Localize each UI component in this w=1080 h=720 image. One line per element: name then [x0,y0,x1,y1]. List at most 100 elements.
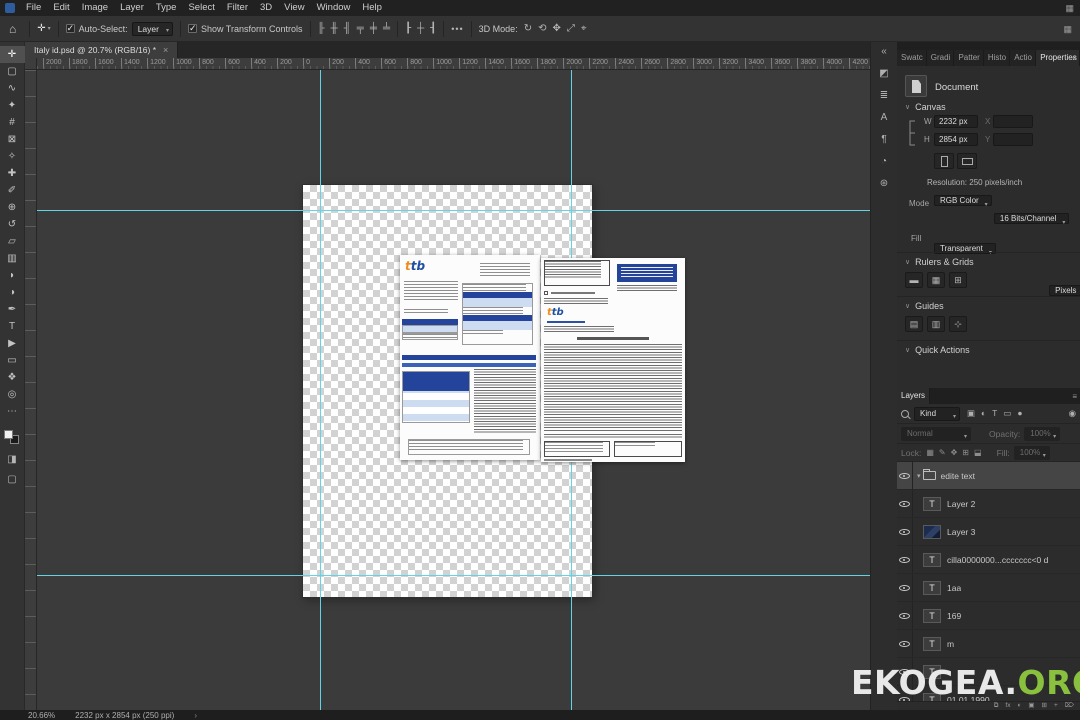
y-field[interactable] [993,133,1033,146]
lock-artboard-icon[interactable]: ⊞ [961,448,970,457]
distribute-center-icon[interactable]: ┼ [417,21,424,37]
brushes-panel-icon[interactable]: ⊛ [880,178,888,190]
visibility-toggle[interactable] [897,462,913,489]
status-chevron-icon[interactable]: › [194,711,197,720]
menu-item[interactable]: Help [356,0,388,16]
clone-source-panel-icon[interactable]: ◔ [881,156,887,168]
align-right-edges-icon[interactable]: ╢ [344,21,351,37]
blur-tool[interactable]: ◗ [0,267,25,284]
group-disclosure-icon[interactable]: ▾ [917,472,921,480]
menu-item[interactable]: 3D [254,0,278,16]
x-field[interactable] [993,115,1033,128]
layer-row[interactable]: ▾ T cilla0000000...ccccccc<0 d [897,546,1080,574]
ruler-origin-corner[interactable] [25,58,37,70]
document-preview-page-2[interactable]: ttb [541,258,685,462]
healing-brush-tool[interactable]: ✚ [0,165,25,182]
layer-row[interactable]: ▾ T Layer 2 [897,490,1080,518]
eraser-tool[interactable]: ▱ [0,233,25,250]
zoom-level[interactable]: 20.66% [28,711,55,720]
blend-mode-select[interactable]: Normal [901,426,971,441]
menu-item[interactable]: File [20,0,47,16]
menu-item[interactable]: Type [150,0,183,16]
bit-depth-select[interactable]: 16 Bits/Channel [993,213,1070,224]
panel-menu-icon[interactable]: ≡ [1072,54,1077,63]
layer-effects-icon[interactable]: fx [1005,702,1010,710]
foreground-color-swatch[interactable] [4,430,13,439]
lasso-tool[interactable]: ∿ [0,80,25,97]
opacity-select[interactable]: 100% [1024,426,1061,441]
filter-adjustment-layers-icon[interactable]: ◐ [979,408,988,419]
dodge-tool[interactable]: ◑ [0,284,25,301]
3d-rotate-icon[interactable]: ↻ [524,21,532,37]
hand-tool[interactable]: ❖ [0,369,25,386]
home-icon[interactable]: ⌂ [9,22,16,36]
menu-item[interactable]: View [278,0,310,16]
layer-row[interactable]: ▾ T 1aa [897,574,1080,602]
lock-transparency-icon[interactable]: ▦ [925,448,935,457]
filter-search-icon[interactable] [901,409,909,418]
filter-toggle-icon[interactable]: ◉ [1069,408,1076,419]
lock-all-icon[interactable]: ⬓ [973,448,983,457]
fill-select[interactable]: 100% [1013,445,1050,460]
more-options-icon[interactable]: ••• [451,24,463,34]
foreground-background-colors[interactable] [4,430,20,445]
align-horizontal-centers-icon[interactable]: ╫ [331,21,338,37]
distribute-horizontal-icon[interactable]: ┠ [405,21,411,37]
ruler-units-select[interactable]: Pixels [1049,285,1080,296]
auto-select-target-select[interactable]: Layer [131,21,173,37]
align-left-edges-icon[interactable]: ╟ [318,21,325,37]
brush-tool[interactable]: ✐ [0,182,25,199]
menu-item[interactable]: Filter [221,0,254,16]
eyedropper-tool[interactable]: ✧ [0,148,25,165]
document-preview-page-1[interactable]: ttb [400,255,540,460]
lock-guides-icon[interactable]: ▥ [927,316,945,332]
link-layers-icon[interactable]: ⧉ [994,702,999,710]
menu-item[interactable]: Edit [47,0,75,16]
tab-gradients[interactable]: Gradi [926,50,955,66]
menu-item[interactable]: Window [311,0,357,16]
move-tool[interactable]: ✛ [0,46,25,63]
zoom-tool[interactable]: ◎ [0,386,25,403]
visibility-toggle[interactable] [897,518,913,545]
section-guides[interactable]: ∨ Guides [905,301,944,311]
frame-tool[interactable]: ⊠ [0,131,25,148]
libraries-panel-icon[interactable]: ≣ [880,90,888,102]
3d-scale-icon[interactable]: ⌖ [581,21,587,37]
adjustments-panel-icon[interactable]: ◩ [879,68,888,80]
ruler-icon[interactable]: ▬ [905,272,923,288]
grid-icon[interactable]: ▦ [927,272,945,288]
gradient-tool[interactable]: ▥ [0,250,25,267]
align-top-edges-icon[interactable]: ╤ [357,21,364,37]
visibility-toggle[interactable] [897,574,913,601]
visibility-toggle[interactable] [897,546,913,573]
menu-item[interactable]: Select [182,0,220,16]
menu-item[interactable]: Layer [114,0,150,16]
delete-layer-icon[interactable]: ⌦ [1065,702,1074,710]
layer-row[interactable]: ▾ T Layer 3 [897,518,1080,546]
visibility-toggle[interactable] [897,630,913,657]
tab-swatches[interactable]: Swatc [897,50,927,66]
horizontal-ruler[interactable]: 2000 1800 1600 1400 1200 1000 800 600 400 200 0 200… [37,58,870,70]
auto-select-checkbox[interactable] [65,23,75,34]
quick-selection-tool[interactable]: ✦ [0,97,25,114]
workspace-switcher-icon[interactable]: ▦ [1065,3,1074,14]
quick-mask-icon[interactable]: ◨ [7,454,16,465]
align-vertical-centers-icon[interactable]: ╪ [370,21,377,37]
character-panel-icon[interactable]: A [881,112,888,124]
filter-kind-select[interactable]: Kind [914,406,960,421]
tab-layers[interactable]: Layers [897,388,931,404]
height-field[interactable]: 2854 px [934,133,978,146]
vertical-guide[interactable] [320,70,321,710]
tab-actions[interactable]: Actio [1010,50,1037,66]
3d-slide-icon[interactable]: ⤢ [567,21,575,37]
lock-pixels-icon[interactable]: ✎ [938,448,947,457]
filter-pixel-layers-icon[interactable]: ▣ [965,408,977,419]
distribute-vertical-icon[interactable]: ┨ [430,21,436,37]
new-guide-layout-icon[interactable]: ▤ [905,316,923,332]
adjustment-layer-icon[interactable]: ◐ [1017,702,1021,710]
color-mode-select[interactable]: RGB Color [934,195,992,206]
path-selection-tool[interactable]: ▶ [0,335,25,352]
tab-histogram[interactable]: Histo [983,50,1011,66]
3d-roll-icon[interactable]: ⟲ [538,21,546,37]
document-tab[interactable]: Italy id.psd @ 20.7% (RGB/16) * × [25,42,179,58]
